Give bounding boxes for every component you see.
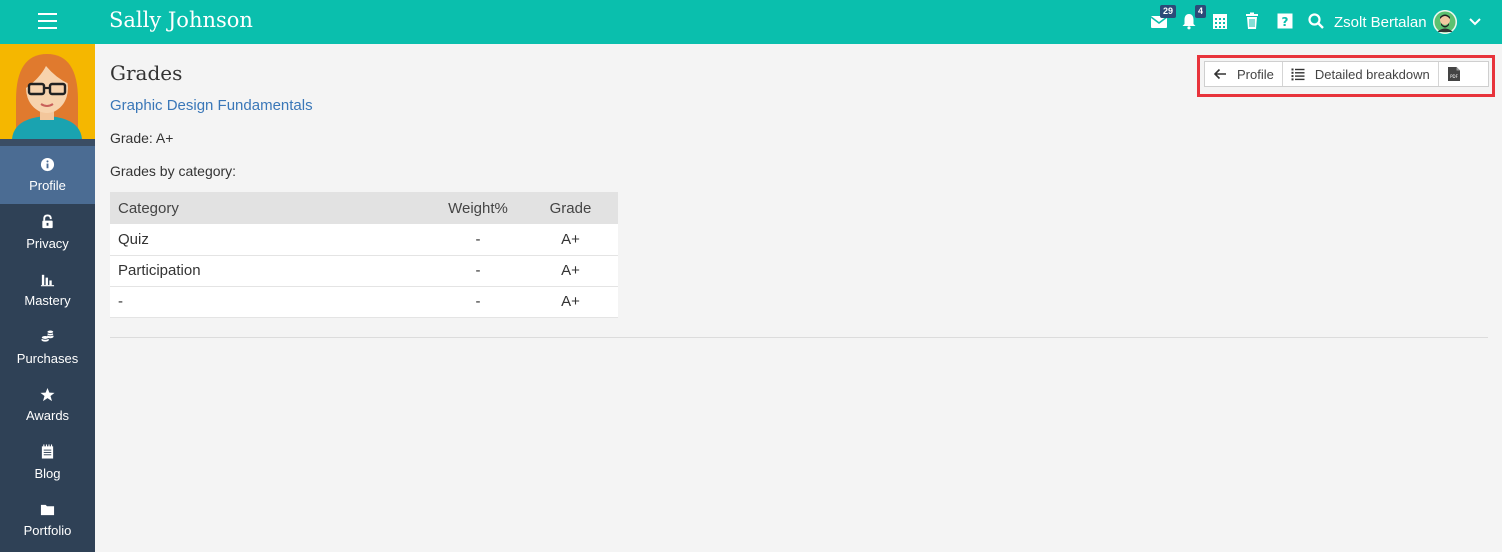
table-header-row: Category Weight% Grade xyxy=(110,192,618,224)
cell-grade: A+ xyxy=(523,286,618,318)
table-row: - - A+ xyxy=(110,286,618,318)
mail-icon[interactable]: 29 xyxy=(1150,5,1176,30)
sidebar-item-label: Mastery xyxy=(24,293,71,309)
table-row: Participation - A+ xyxy=(110,255,618,287)
cell-weight: - xyxy=(433,286,523,318)
back-to-profile-button[interactable]: Profile xyxy=(1205,62,1282,86)
app-title: Sally Johnson xyxy=(109,8,253,32)
sidebar-item-label: Profile xyxy=(29,178,66,194)
bar-chart-icon xyxy=(40,271,56,287)
menu-icon[interactable] xyxy=(38,13,57,30)
arrow-left-icon xyxy=(1213,68,1226,80)
sidebar-item-label: Privacy xyxy=(26,235,69,251)
info-icon xyxy=(40,156,56,172)
folder-icon xyxy=(40,501,56,517)
cell-category: Quiz xyxy=(110,224,433,256)
bell-icon[interactable]: 4 xyxy=(1180,5,1206,30)
sidebar-item-label: Portfolio xyxy=(23,523,72,539)
action-toolbar: Profile Detailed breakdown PDF xyxy=(1204,61,1489,87)
coins-icon xyxy=(40,329,56,345)
cell-grade: A+ xyxy=(523,224,618,256)
sidebar-item-mastery[interactable]: Mastery xyxy=(0,261,95,319)
category-heading: Grades by category: xyxy=(110,163,237,179)
list-icon xyxy=(1291,68,1305,81)
search-icon[interactable] xyxy=(1307,12,1325,30)
page-title: Grades xyxy=(110,61,183,85)
sidebar-item-label: Purchases xyxy=(16,350,79,366)
sidebar: Profile Privacy Mastery Purchases Awards… xyxy=(0,44,95,552)
svg-text:?: ? xyxy=(1282,15,1289,29)
table-row: Quiz - A+ xyxy=(110,224,618,256)
avatar-divider xyxy=(0,139,95,146)
user-name[interactable]: Zsolt Bertalan xyxy=(1334,14,1427,31)
pdf-icon: PDF xyxy=(1447,67,1460,81)
chevron-down-icon[interactable] xyxy=(1468,15,1482,29)
breakdown-button-label: Detailed breakdown xyxy=(1314,66,1430,82)
lock-icon xyxy=(40,214,56,230)
sidebar-item-blog[interactable]: Blog xyxy=(0,434,95,492)
trash-icon[interactable] xyxy=(1243,12,1261,30)
profile-avatar xyxy=(0,44,95,139)
help-icon[interactable]: ? xyxy=(1276,12,1294,30)
messages-badge: 29 xyxy=(1159,5,1176,18)
cell-weight: - xyxy=(433,224,523,256)
back-button-label: Profile xyxy=(1237,66,1274,82)
sidebar-item-awards[interactable]: Awards xyxy=(0,376,95,434)
cell-category: Participation xyxy=(110,255,433,287)
star-icon xyxy=(40,386,56,402)
section-divider xyxy=(110,337,1488,338)
svg-text:PDF: PDF xyxy=(1450,74,1458,79)
column-header-weight: Weight% xyxy=(433,192,523,224)
detailed-breakdown-button[interactable]: Detailed breakdown xyxy=(1281,62,1438,86)
pdf-export-button[interactable]: PDF xyxy=(1437,62,1469,86)
sidebar-item-label: Awards xyxy=(25,408,70,424)
top-bar: Sally Johnson 29 4 ? Zsolt Bertalan xyxy=(0,0,1502,44)
notepad-icon xyxy=(40,444,56,460)
overall-grade: Grade: A+ xyxy=(110,130,174,146)
sidebar-item-portfolio[interactable]: Portfolio xyxy=(0,491,95,549)
sidebar-item-label: Blog xyxy=(34,465,61,481)
user-avatar[interactable] xyxy=(1433,10,1457,34)
sidebar-item-profile[interactable]: Profile xyxy=(0,146,95,204)
cell-weight: - xyxy=(433,255,523,287)
column-header-category: Category xyxy=(110,192,433,224)
sidebar-item-privacy[interactable]: Privacy xyxy=(0,204,95,262)
sidebar-item-purchases[interactable]: Purchases xyxy=(0,319,95,377)
cell-grade: A+ xyxy=(523,255,618,287)
cell-category: - xyxy=(110,286,433,318)
course-link[interactable]: Graphic Design Fundamentals xyxy=(110,97,313,114)
notifications-badge: 4 xyxy=(1194,5,1206,18)
calendar-icon[interactable] xyxy=(1211,12,1229,30)
grades-table: Category Weight% Grade Quiz - A+ Partici… xyxy=(110,192,618,318)
column-header-grade: Grade xyxy=(523,192,618,224)
